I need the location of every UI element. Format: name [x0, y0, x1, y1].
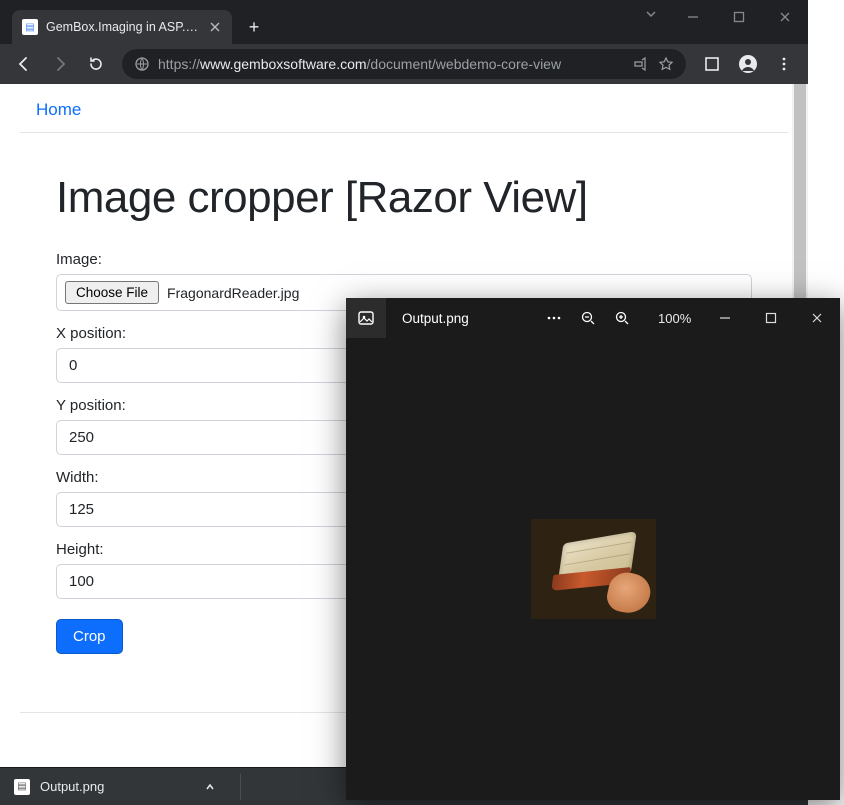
window-controls [670, 0, 808, 34]
reload-icon[interactable] [80, 48, 112, 80]
photos-window-controls [702, 298, 840, 338]
photos-window: Output.png 100% [346, 298, 840, 800]
zoom-out-icon[interactable] [580, 310, 596, 326]
output-image [531, 519, 656, 619]
more-icon[interactable] [546, 310, 562, 326]
photos-app-icon[interactable] [346, 298, 386, 338]
image-label: Image: [56, 251, 752, 268]
photos-canvas[interactable] [346, 338, 840, 800]
menu-icon[interactable] [768, 48, 800, 80]
photos-close-icon[interactable] [794, 298, 840, 338]
bookmark-icon[interactable] [658, 56, 674, 72]
download-file-icon: ▤ [14, 779, 30, 795]
minimize-icon[interactable] [670, 0, 716, 34]
share-icon[interactable] [632, 56, 648, 72]
new-tab-button[interactable]: + [240, 13, 268, 41]
site-info-icon[interactable] [134, 56, 150, 72]
photos-minimize-icon[interactable] [702, 298, 748, 338]
download-filename: Output.png [40, 779, 104, 794]
browser-tab[interactable]: ▤ GemBox.Imaging in ASP.NET Cor [12, 10, 232, 44]
download-item[interactable]: ▤ Output.png [14, 779, 216, 795]
choose-file-button[interactable]: Choose File [65, 281, 159, 304]
crop-button[interactable]: Crop [56, 619, 123, 654]
tab-title: GemBox.Imaging in ASP.NET Cor [46, 20, 200, 34]
file-name-text: FragonardReader.jpg [167, 285, 299, 301]
zoom-level: 100% [658, 311, 691, 326]
profile-icon[interactable] [732, 48, 764, 80]
download-separator [240, 774, 241, 800]
zoom-in-icon[interactable] [614, 310, 630, 326]
tab-search-icon[interactable] [644, 7, 658, 21]
forward-icon[interactable] [44, 48, 76, 80]
site-nav: Home [20, 84, 788, 133]
browser-titlebar: ▤ GemBox.Imaging in ASP.NET Cor + [0, 0, 808, 44]
photos-titlebar: Output.png 100% [346, 298, 840, 338]
tab-favicon: ▤ [22, 19, 38, 35]
photos-title: Output.png [402, 311, 469, 326]
back-icon[interactable] [8, 48, 40, 80]
address-bar[interactable]: https://www.gemboxsoftware.com/document/… [122, 49, 686, 79]
home-link[interactable]: Home [36, 100, 81, 119]
page-title: Image cropper [Razor View] [56, 173, 752, 223]
browser-toolbar: https://www.gemboxsoftware.com/document/… [0, 44, 808, 84]
download-menu-icon[interactable] [204, 781, 216, 793]
close-window-icon[interactable] [762, 0, 808, 34]
extensions-icon[interactable] [696, 48, 728, 80]
photos-toolbar: 100% [546, 298, 691, 338]
url-text: https://www.gemboxsoftware.com/document/… [158, 56, 624, 72]
maximize-icon[interactable] [716, 0, 762, 34]
close-tab-icon[interactable] [208, 20, 222, 34]
photos-maximize-icon[interactable] [748, 298, 794, 338]
